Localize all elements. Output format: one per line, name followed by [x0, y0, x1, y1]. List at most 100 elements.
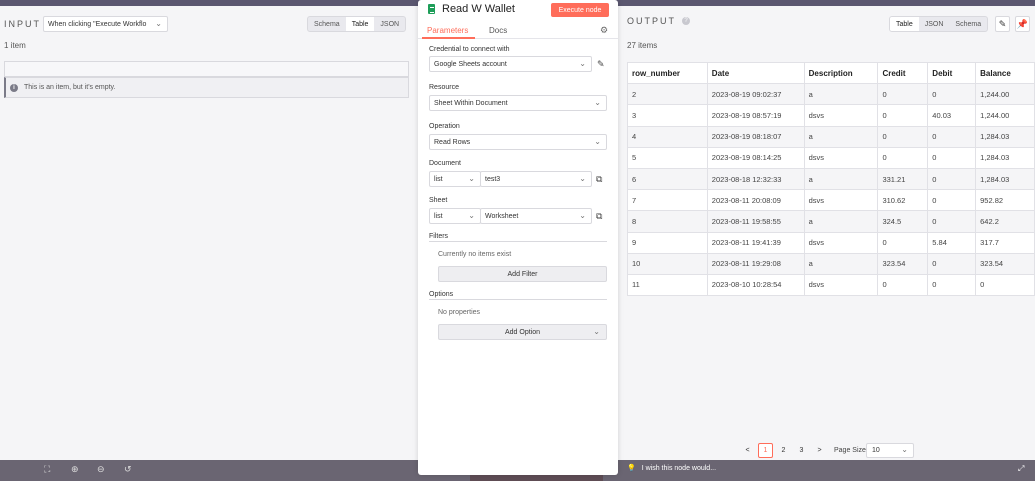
table-cell: 0	[877, 83, 929, 106]
output-view-table[interactable]: Table	[890, 17, 919, 31]
trigger-node-value: When clicking "Execute Workflo	[48, 20, 147, 28]
table-cell: a	[803, 210, 879, 233]
execute-node-button[interactable]: Execute node	[551, 3, 609, 17]
chevron-down-icon: ⌄	[468, 174, 475, 183]
table-row: 3 2023-08-19 08:57:19 dsvs 0 40.03 1,244.00	[627, 104, 1035, 127]
page-button-3[interactable]: 3	[794, 443, 809, 458]
table-cell: 2023-08-19 09:02:37	[706, 83, 805, 106]
table-cell: 0	[927, 210, 977, 233]
input-item-count: 1 item	[4, 41, 26, 50]
gear-icon[interactable]: ⚙	[600, 25, 608, 36]
table-cell: 7	[627, 189, 708, 212]
resource-select[interactable]: Sheet Within Document ⌄	[429, 95, 607, 111]
table-cell: 0	[877, 146, 929, 169]
chevron-down-icon: ⌄	[579, 211, 586, 220]
next-page-button[interactable]: >	[812, 443, 827, 458]
divider	[429, 299, 607, 300]
prev-page-button[interactable]: <	[740, 443, 755, 458]
pin-icon: 📌	[1016, 18, 1029, 29]
page-button-2[interactable]: 2	[776, 443, 791, 458]
node-settings-panel: Read W Wallet Execute node Parameters Do…	[418, 0, 618, 475]
column-header: Description	[803, 61, 879, 85]
table-cell: 952.82	[975, 189, 1035, 212]
table-cell: 2023-08-11 20:08:09	[706, 189, 805, 212]
google-sheets-icon	[428, 4, 435, 14]
add-option-label: Add Option	[504, 328, 541, 336]
input-view-json[interactable]: JSON	[374, 17, 405, 31]
input-view-table[interactable]: Table	[345, 17, 375, 31]
document-mode-value: list	[434, 175, 443, 183]
page-size-select[interactable]: 10 ⌄	[866, 443, 914, 458]
table-header-row: row_number Date Description Credit Debit…	[627, 61, 1035, 85]
node-feedback[interactable]: 💡 I wish this node would...	[627, 464, 717, 473]
table-cell: 324.5	[877, 210, 929, 233]
table-row: 10 2023-08-11 19:29:08 a 323.54 0 323.54	[627, 252, 1035, 275]
node-header: Read W Wallet	[428, 3, 515, 15]
pencil-icon: ✎	[998, 18, 1007, 29]
table-cell: 2023-08-19 08:14:25	[706, 146, 805, 169]
sheet-mode-value: list	[434, 212, 443, 220]
input-view-toggle: Schema Table JSON	[307, 16, 407, 32]
operation-select[interactable]: Read Rows ⌄	[429, 134, 607, 150]
table-cell: 642.2	[975, 210, 1035, 233]
tab-docs[interactable]: Docs	[489, 26, 507, 35]
output-title: OUTPUT	[627, 16, 676, 26]
table-cell: 1,284.03	[975, 125, 1035, 148]
table-cell: a	[803, 252, 879, 275]
node-name[interactable]: Read W Wallet	[442, 3, 515, 15]
table-row: 5 2023-08-19 08:14:25 dsvs 0 0 1,284.03	[627, 146, 1035, 169]
output-header: OUTPUT ?	[627, 16, 690, 26]
table-cell: 3	[627, 104, 708, 127]
zoom-out-icon[interactable]: ⊖	[97, 464, 105, 475]
feedback-text: I wish this node would...	[641, 464, 717, 472]
pencil-icon[interactable]: ✎	[597, 59, 605, 70]
table-cell: dsvs	[803, 104, 879, 127]
document-value: test3	[485, 175, 501, 183]
table-cell: 0	[927, 146, 977, 169]
sheet-mode-select[interactable]: list ⌄	[429, 208, 481, 224]
open-external-icon[interactable]: ⧉	[596, 174, 602, 185]
fit-view-icon[interactable]: ⛶	[44, 464, 50, 475]
input-view-schema[interactable]: Schema	[308, 17, 346, 31]
table-cell: a	[803, 167, 879, 191]
divider	[429, 241, 607, 242]
sheet-select[interactable]: Worksheet ⌄	[480, 208, 592, 224]
tab-parameters[interactable]: Parameters	[427, 26, 468, 35]
table-cell: dsvs	[803, 231, 879, 254]
document-label: Document	[429, 160, 461, 167]
output-view-schema[interactable]: Schema	[949, 17, 987, 31]
trigger-node-select[interactable]: When clicking "Execute Workflo ⌄	[43, 16, 168, 32]
chevron-down-icon: ⌄	[594, 137, 601, 146]
table-cell: 0	[927, 125, 977, 148]
credential-select[interactable]: Google Sheets account ⌄	[429, 56, 592, 72]
add-option-button[interactable]: Add Option ⌄	[438, 324, 607, 340]
table-cell: dsvs	[803, 146, 879, 169]
open-external-icon[interactable]: ⧉	[596, 211, 602, 222]
table-cell: 1,244.00	[975, 104, 1035, 127]
help-icon[interactable]: ?	[682, 17, 690, 25]
table-cell: 2023-08-11 19:29:08	[706, 252, 805, 275]
table-row: 6 2023-08-18 12:32:33 a 331.21 0 1,284.03	[627, 167, 1035, 191]
table-cell: 0	[927, 273, 977, 297]
zoom-in-icon[interactable]: ⊕	[71, 464, 79, 475]
resource-label: Resource	[429, 84, 459, 91]
table-cell: 0	[877, 125, 929, 148]
document-select[interactable]: test3 ⌄	[480, 171, 592, 187]
table-cell: 0	[877, 273, 929, 297]
table-cell: 0	[927, 189, 977, 212]
pin-data-button[interactable]: 📌	[1015, 16, 1030, 32]
edit-output-button[interactable]: ✎	[995, 16, 1010, 32]
add-filter-button[interactable]: Add Filter	[438, 266, 607, 282]
reset-zoom-icon[interactable]: ↺	[124, 464, 132, 475]
credential-value: Google Sheets account	[434, 60, 507, 68]
filters-label: Filters	[429, 233, 449, 240]
empty-item-message: This is an item, but it's empty.	[24, 84, 116, 91]
empty-item-header	[4, 61, 409, 77]
page-button-1[interactable]: 1	[758, 443, 773, 458]
sheet-value: Worksheet	[485, 212, 519, 220]
output-view-json[interactable]: JSON	[919, 17, 950, 31]
table-cell: 8	[627, 210, 708, 233]
table-cell: 1,284.03	[975, 167, 1035, 191]
document-mode-select[interactable]: list ⌄	[429, 171, 481, 187]
expand-icon[interactable]: ⤢	[1018, 464, 1024, 474]
